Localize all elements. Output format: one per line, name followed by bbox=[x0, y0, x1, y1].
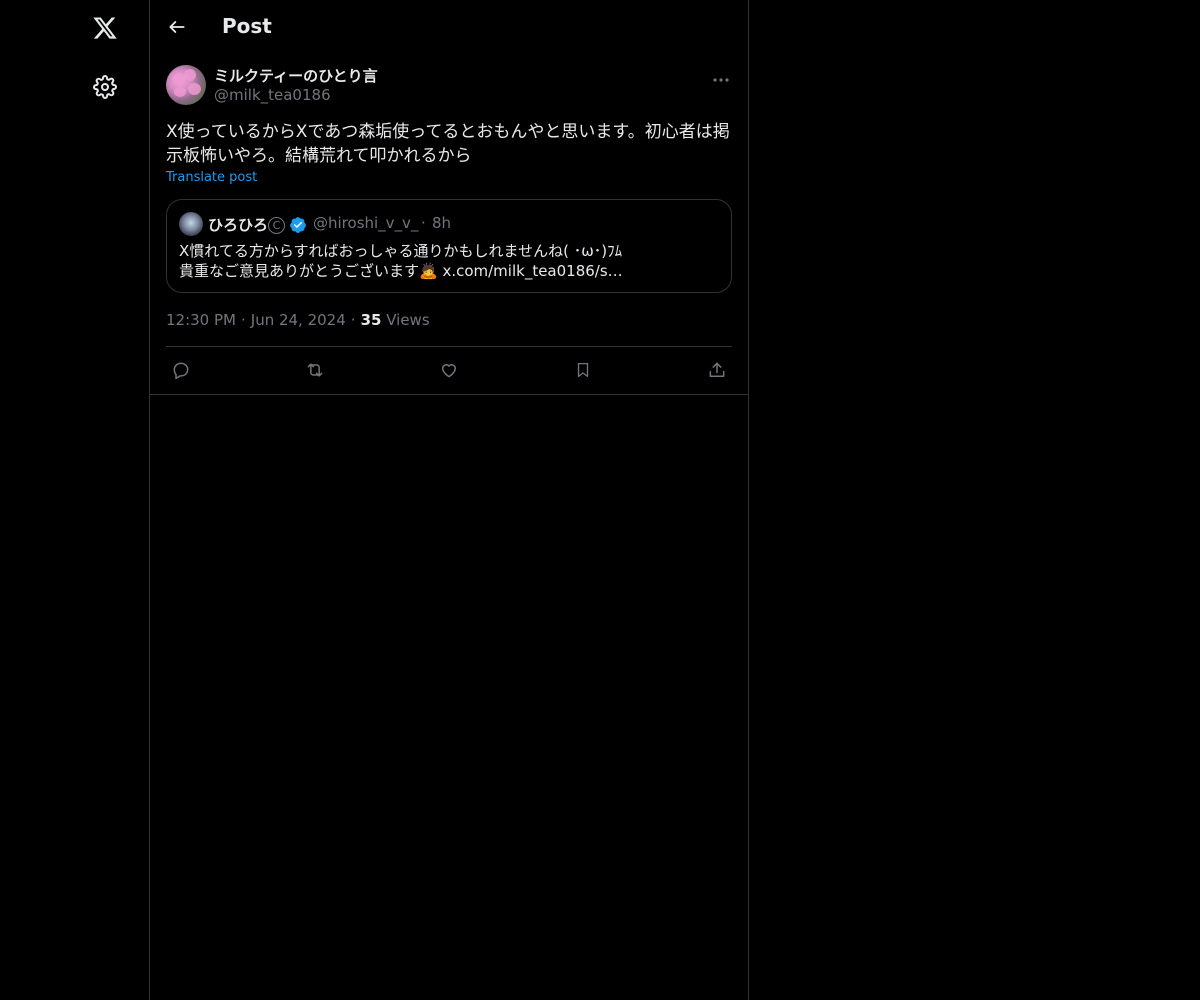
author-display-name[interactable]: ミルクティーのひとり言 bbox=[214, 65, 378, 86]
translate-post-link[interactable]: Translate post bbox=[166, 170, 257, 185]
quote-time: 8h bbox=[432, 214, 452, 232]
quote-text-line1: X慣れてる方からすればおっしゃる通りかもしれませんね( ･ω･)ﾌﾑ bbox=[179, 242, 623, 260]
quote-text-line2: 貴重なご意見ありがとうございます🙇 x.com/milk_tea0186/s… bbox=[179, 262, 623, 280]
avatar[interactable] bbox=[166, 65, 206, 105]
more-icon[interactable] bbox=[710, 69, 732, 91]
quoted-post[interactable]: ひろひろ C @hiroshi_v_v_ · 8h X慣れてる方からすればおっし… bbox=[166, 199, 732, 293]
x-logo-icon[interactable] bbox=[89, 12, 121, 44]
post-detail: ミルクティーのひとり言 @milk_tea0186 X使っているからXであつ森垢… bbox=[150, 54, 748, 395]
post-author: ミルクティーのひとり言 @milk_tea0186 bbox=[166, 65, 732, 105]
left-nav bbox=[0, 0, 150, 1000]
quote-display-name: ひろひろ bbox=[208, 216, 269, 234]
views-label: Views bbox=[386, 311, 430, 329]
share-icon[interactable] bbox=[706, 359, 728, 381]
arrow-left-icon[interactable] bbox=[166, 16, 188, 38]
main-column: Post ミルクティーのひとり言 @milk_tea0186 X使っているからX… bbox=[149, 0, 749, 1000]
post-text: X使っているからXであつ森垢使ってるとおもんやと思います。初心者は掲示板怖いやろ… bbox=[166, 122, 730, 166]
verified-badge-icon bbox=[289, 216, 307, 234]
post-meta: 12:30 PM · Jun 24, 2024 · 35 Views bbox=[166, 311, 430, 329]
quote-separator: · bbox=[421, 214, 426, 232]
page-title: Post bbox=[222, 14, 272, 38]
heart-icon[interactable] bbox=[438, 359, 460, 381]
post-time[interactable]: 12:30 PM bbox=[166, 311, 236, 329]
post-date[interactable]: Jun 24, 2024 bbox=[251, 311, 346, 329]
quote-badge: C bbox=[268, 217, 285, 234]
quote-handle: @hiroshi_v_v_ bbox=[313, 214, 419, 232]
reply-icon[interactable] bbox=[170, 359, 192, 381]
author-handle[interactable]: @milk_tea0186 bbox=[214, 86, 331, 104]
repost-icon[interactable] bbox=[304, 359, 326, 381]
views-count: 35 bbox=[360, 311, 382, 329]
quote-avatar bbox=[179, 212, 203, 236]
post-actions bbox=[166, 346, 732, 394]
bookmark-icon[interactable] bbox=[572, 359, 594, 381]
gear-icon[interactable] bbox=[92, 74, 118, 100]
page-header: Post bbox=[150, 0, 748, 54]
